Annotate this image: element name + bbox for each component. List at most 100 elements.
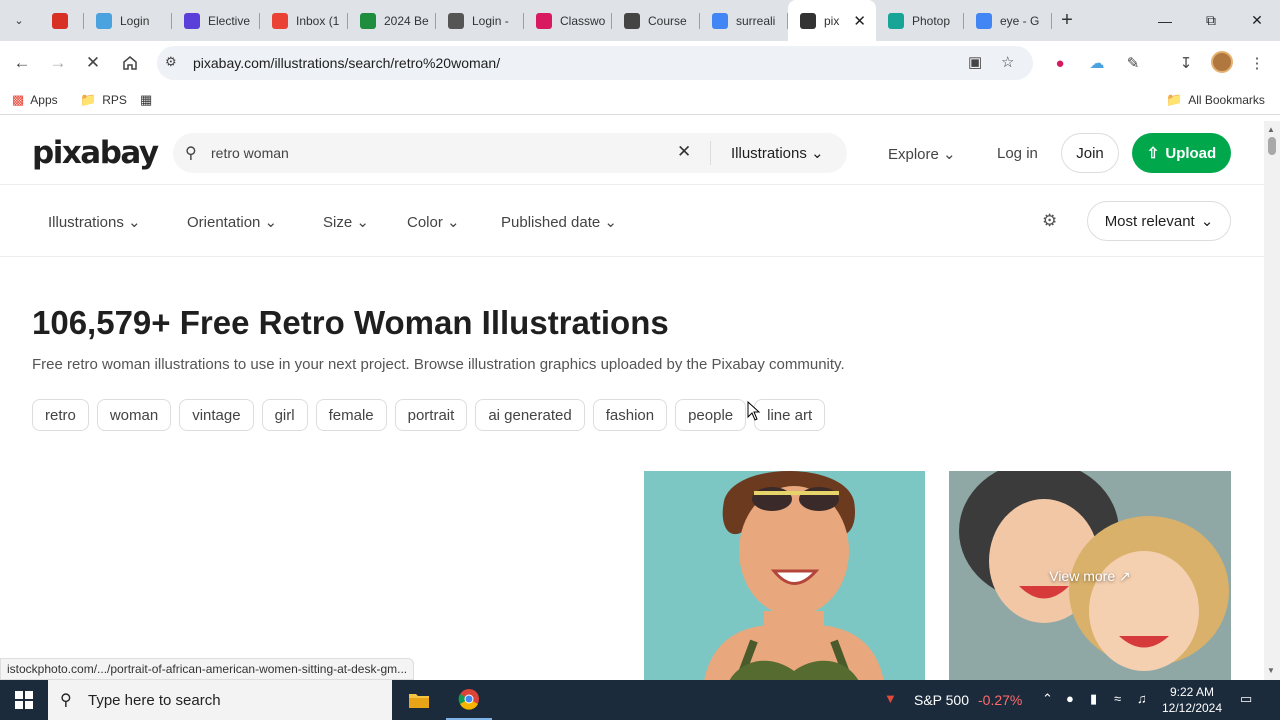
upload-button[interactable]: ⇧ Upload (1132, 133, 1231, 173)
filter-color[interactable]: Color ⌄ (407, 213, 460, 231)
extensions-puzzle-icon[interactable]: ✎ (1123, 53, 1143, 73)
browser-tab[interactable]: surreali (700, 0, 788, 41)
home-icon (123, 56, 137, 70)
sort-select[interactable]: Most relevant ⌄ (1087, 201, 1231, 241)
filter-orientation[interactable]: Orientation ⌄ (187, 213, 277, 231)
tag-chip[interactable]: woman (96, 399, 172, 431)
tag-chip[interactable]: female (315, 399, 387, 431)
battery-icon[interactable]: ▮ (1090, 691, 1097, 707)
upload-icon: ⇧ (1146, 145, 1160, 162)
maximize-button[interactable]: ⧉ (1188, 0, 1234, 41)
scroll-up-icon[interactable]: ▲ (1267, 125, 1275, 134)
profile-avatar[interactable] (1211, 51, 1233, 73)
stop-loading-button[interactable]: ✕ (80, 50, 106, 76)
file-explorer-button[interactable] (396, 680, 442, 720)
globe-icon (624, 12, 640, 29)
filter-illustrations[interactable]: Illustrations ⌄ (48, 213, 141, 231)
tag-chip[interactable]: portrait (394, 399, 468, 431)
view-more-link[interactable]: View more ↗ (949, 568, 1231, 585)
start-button[interactable] (0, 680, 48, 720)
chevron-down-icon: ⌄ (128, 214, 141, 231)
related-tags: retro woman vintage girl female portrait ai ge… (32, 399, 826, 431)
bookmark-apps[interactable]: ▩ Apps (12, 92, 58, 108)
tab-groups-button[interactable]: ▦ (140, 92, 158, 108)
browser-tab[interactable]: Elective (172, 0, 260, 41)
explore-label: Explore (888, 146, 939, 163)
address-bar[interactable]: ⚙ pixabay.com/illustrations/search/retro… (157, 46, 1033, 80)
tab-title: 2024 Be (384, 13, 429, 28)
close-tab-icon[interactable]: ✕ (853, 12, 866, 30)
browser-tab[interactable]: Photop (876, 0, 964, 41)
minimize-button[interactable]: — (1142, 0, 1188, 41)
close-window-button[interactable]: ✕ (1234, 0, 1280, 41)
all-bookmarks[interactable]: 📁 All Bookmarks (1166, 92, 1265, 108)
ticker-change[interactable]: -0.27% (978, 692, 1022, 708)
tag-chip[interactable]: ai generated (475, 399, 585, 431)
chrome-taskbar-button[interactable] (446, 680, 492, 720)
tag-chip[interactable]: line art (754, 399, 826, 431)
chevron-up-icon[interactable]: ⌃ (1042, 691, 1053, 707)
stock-chart-icon[interactable]: ▼ (884, 691, 897, 706)
install-app-icon[interactable]: ▣ (968, 53, 982, 71)
browser-tab[interactable]: Inbox (1 (260, 0, 348, 41)
windows-logo-icon (15, 691, 33, 709)
search-input[interactable]: retro woman (211, 145, 289, 161)
site-info-icon[interactable]: ⚙ (165, 54, 177, 70)
bookmark-star-icon[interactable]: ☆ (1001, 53, 1014, 71)
tag-chip[interactable]: fashion (592, 399, 668, 431)
new-tab-button[interactable]: + (1052, 0, 1082, 41)
filter-label: Orientation (187, 214, 261, 231)
taskbar-clock[interactable]: 9:22 AM 12/12/2024 (1156, 684, 1228, 716)
browser-toolbar: ← → ✕ ⚙ pixabay.com/illustrations/search… (0, 41, 1280, 85)
join-button[interactable]: Join (1061, 133, 1119, 173)
explore-menu[interactable]: Explore ⌄ (888, 145, 956, 163)
browser-tab[interactable]: Classwo (524, 0, 612, 41)
result-image-1[interactable] (644, 471, 925, 680)
page-scrollbar[interactable]: ▲ ▼ (1264, 121, 1280, 680)
media-type-select[interactable]: Illustrations ⌄ (731, 144, 824, 162)
volume-icon[interactable]: ♫ (1137, 691, 1147, 706)
bookmark-rps-label: RPS (102, 93, 127, 107)
browser-tab[interactable]: Login (84, 0, 172, 41)
more-menu-icon[interactable]: ⋮ (1247, 53, 1267, 73)
extension-icon[interactable]: ● (1050, 53, 1070, 73)
bookmark-rps[interactable]: 📁 RPS (80, 92, 127, 108)
browser-tab[interactable]: Login - (436, 0, 524, 41)
chevron-down-icon: ⌄ (943, 146, 956, 163)
gear-icon[interactable]: ⚙ (1042, 211, 1057, 231)
scroll-thumb[interactable] (1268, 137, 1276, 155)
back-button[interactable]: ← (9, 50, 35, 76)
sort-label: Most relevant (1104, 212, 1195, 230)
tag-chip[interactable]: retro (32, 399, 89, 431)
browser-tab[interactable]: 2024 Be (348, 0, 436, 41)
pixabay-logo[interactable]: pixabay (32, 135, 159, 171)
clear-search-icon[interactable]: ✕ (677, 142, 691, 162)
extension-cloud-icon[interactable]: ☁ (1087, 53, 1107, 73)
search-bar[interactable]: ⚲ retro woman ✕ Illustrations ⌄ (173, 133, 847, 173)
chevron-down-icon: ⌄ (264, 214, 278, 231)
microphone-icon[interactable]: ● (1066, 691, 1074, 706)
tag-chip[interactable]: vintage (179, 399, 254, 431)
taskbar-search-box[interactable]: ⚲ Type here to search (48, 680, 392, 720)
close-icon: ✕ (85, 53, 101, 72)
browser-tab[interactable]: Course (612, 0, 700, 41)
ticker-name[interactable]: S&P 500 (914, 692, 969, 708)
download-icon[interactable]: ↧ (1176, 53, 1196, 73)
scroll-down-icon[interactable]: ▼ (1267, 666, 1275, 675)
url-text[interactable]: pixabay.com/illustrations/search/retro%2… (193, 55, 500, 71)
notifications-icon[interactable]: ▭ (1240, 691, 1252, 707)
home-button[interactable] (117, 50, 143, 76)
tag-chip[interactable]: girl (261, 399, 308, 431)
chevron-down-icon: ⌄ (1200, 213, 1214, 230)
browser-tab[interactable]: pix ✕ (788, 0, 876, 41)
filter-size[interactable]: Size ⌄ (323, 213, 369, 231)
wifi-icon[interactable]: ≈ (1114, 691, 1121, 706)
browser-tab[interactable]: eye - G (964, 0, 1052, 41)
filter-published-date[interactable]: Published date ⌄ (501, 213, 617, 231)
tab-search-button[interactable]: ⌄ (8, 9, 30, 31)
forward-button[interactable]: → (45, 50, 71, 76)
result-image-2[interactable]: View more ↗ (949, 471, 1231, 680)
browser-tab[interactable] (40, 0, 84, 41)
login-link[interactable]: Log in (997, 145, 1038, 162)
tag-chip[interactable]: people (675, 399, 747, 431)
